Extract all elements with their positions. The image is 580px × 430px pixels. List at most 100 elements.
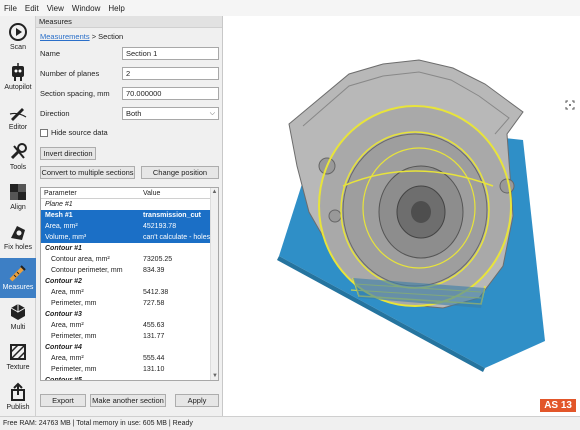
tool-editor[interactable]: Editor (0, 98, 36, 138)
tool-fix-holes[interactable]: Fix holes (0, 218, 36, 258)
tool-align[interactable]: Align (0, 178, 36, 218)
fix-holes-icon (8, 221, 28, 243)
panel-title: Measures (36, 16, 222, 28)
left-toolbar: Scan Autopilot Editor Tools Align Fix ho… (0, 16, 36, 416)
tool-publish[interactable]: Publish (0, 378, 36, 418)
tool-multi[interactable]: Multi (0, 298, 36, 338)
cell-parameter: Perimeter, mm (51, 300, 97, 307)
table-row[interactable]: Contour #4 (41, 342, 218, 353)
direction-select[interactable]: Both ⌵ (122, 107, 219, 120)
menu-help[interactable]: Help (108, 4, 124, 13)
cell-parameter: Perimeter, mm (51, 366, 97, 373)
cell-value: transmission_cut (143, 212, 201, 219)
breadcrumb-measurements-link[interactable]: Measurements (40, 32, 90, 41)
table-row[interactable]: Contour #5 (41, 375, 218, 381)
menu-edit[interactable]: Edit (25, 4, 39, 13)
tool-tools[interactable]: Tools (0, 138, 36, 178)
tool-texture[interactable]: Texture (0, 338, 36, 378)
table-row[interactable]: Contour #3 (41, 309, 218, 320)
chevron-down-icon: ⌵ (209, 110, 215, 117)
table-row[interactable]: Perimeter, mm 727.58 (41, 298, 218, 309)
export-button[interactable]: Export (40, 394, 86, 407)
align-icon (8, 181, 28, 203)
center-shaft (411, 201, 431, 223)
table-row[interactable]: Perimeter, mm 131.10 (41, 364, 218, 375)
cell-value: 727.58 (143, 300, 165, 307)
cell-value: 73205.25 (143, 256, 173, 263)
cell-parameter: Contour #2 (45, 278, 82, 285)
tool-scan[interactable]: Scan (0, 18, 36, 58)
planes-input[interactable]: 2 (122, 67, 219, 80)
table-row[interactable]: Area, mm² 452193.78 (41, 221, 218, 232)
table-row[interactable]: Contour area, mm² 73205.25 (41, 254, 218, 265)
cell-value: 131.10 (143, 366, 165, 373)
change-position-button[interactable]: Change position (141, 166, 219, 179)
table-row[interactable]: Area, mm² 455.63 (41, 320, 218, 331)
header-parameter[interactable]: Parameter (41, 188, 140, 198)
cell-value (140, 375, 212, 380)
cell-parameter: Mesh #1 (45, 212, 73, 219)
table-row[interactable]: Area, mm² 555.44 (41, 353, 218, 364)
results-table: Parameter Value Plane #1 Mesh #1 transmiss… (40, 187, 219, 381)
multi-icon (8, 301, 28, 323)
version-badge: AS 13 (540, 399, 576, 412)
tool-measures[interactable]: Measures (0, 258, 36, 298)
measures-icon (8, 261, 28, 283)
autopilot-icon (8, 61, 28, 83)
tool-autopilot[interactable]: Autopilot (0, 58, 36, 98)
header-value[interactable]: Value (140, 188, 212, 198)
cell-value: can't calculate - holes in (143, 234, 212, 241)
hide-source-checkbox[interactable]: Hide source data (40, 128, 108, 137)
scene-render[interactable] (223, 16, 580, 416)
table-row[interactable]: Contour #2 (41, 276, 218, 287)
cell-parameter: Area, mm² (51, 355, 84, 362)
table-row[interactable]: Volume, mm³ can't calculate - holes in (41, 232, 218, 243)
menu-window[interactable]: Window (72, 4, 100, 13)
direction-label: Direction (40, 109, 70, 118)
table-row[interactable]: Perimeter, mm 131.77 (41, 331, 218, 342)
menu-bar: File Edit View Window Help (0, 0, 580, 16)
table-body: Plane #1 Mesh #1 transmission_cut Area, mm²… (41, 199, 218, 381)
cell-parameter: Contour #3 (45, 311, 82, 318)
table-header: Parameter Value (41, 188, 218, 199)
scroll-down-icon[interactable]: ▼ (211, 372, 218, 380)
fullscreen-icon[interactable] (565, 100, 575, 110)
menu-view[interactable]: View (47, 4, 64, 13)
checkbox-box[interactable] (40, 128, 48, 137)
planes-label: Number of planes (40, 69, 100, 78)
cell-parameter: Perimeter, mm (51, 333, 97, 340)
measures-panel: Measures Measurements > Section Name Sec… (36, 16, 223, 416)
table-scrollbar[interactable]: ▲ ▼ (210, 188, 218, 380)
cell-value (140, 342, 212, 353)
table-row[interactable]: Area, mm² 5412.38 (41, 287, 218, 298)
table-row[interactable]: Contour #1 (41, 243, 218, 254)
direction-value: Both (126, 109, 142, 118)
cell-parameter: Contour perimeter, mm (51, 267, 123, 274)
status-bar: Free RAM: 24763 MB | Total memory in use… (0, 416, 580, 430)
cell-value: 5412.38 (143, 289, 169, 296)
name-input[interactable]: Section 1 (122, 47, 219, 60)
table-row[interactable]: Contour perimeter, mm 834.39 (41, 265, 218, 276)
make-another-section-button[interactable]: Make another section (90, 394, 166, 407)
table-row[interactable]: Mesh #1 transmission_cut (41, 210, 218, 221)
apply-button[interactable]: Apply (175, 394, 219, 407)
cell-parameter: Contour #5 (45, 377, 82, 381)
texture-icon (8, 341, 28, 363)
hide-source-label: Hide source data (51, 128, 108, 137)
cell-value (140, 276, 212, 287)
cell-value (140, 199, 212, 210)
scroll-up-icon[interactable]: ▲ (211, 188, 218, 196)
invert-direction-button[interactable]: Invert direction (40, 147, 96, 160)
breadcrumb: Measurements > Section (40, 32, 123, 41)
cell-parameter: Contour #4 (45, 344, 82, 351)
cell-parameter: Area, mm² (51, 289, 84, 296)
convert-multiple-button[interactable]: Convert to multiple sections (40, 166, 135, 179)
menu-file[interactable]: File (4, 4, 17, 13)
cell-value (140, 243, 212, 254)
editor-icon (8, 101, 28, 123)
spacing-input[interactable]: 70.000000 (122, 87, 219, 100)
cell-parameter: Contour area, mm² (51, 256, 110, 263)
table-row[interactable]: Plane #1 (41, 199, 218, 210)
cell-value: 455.63 (143, 322, 165, 329)
3d-viewport[interactable]: AS 13 (223, 16, 580, 416)
